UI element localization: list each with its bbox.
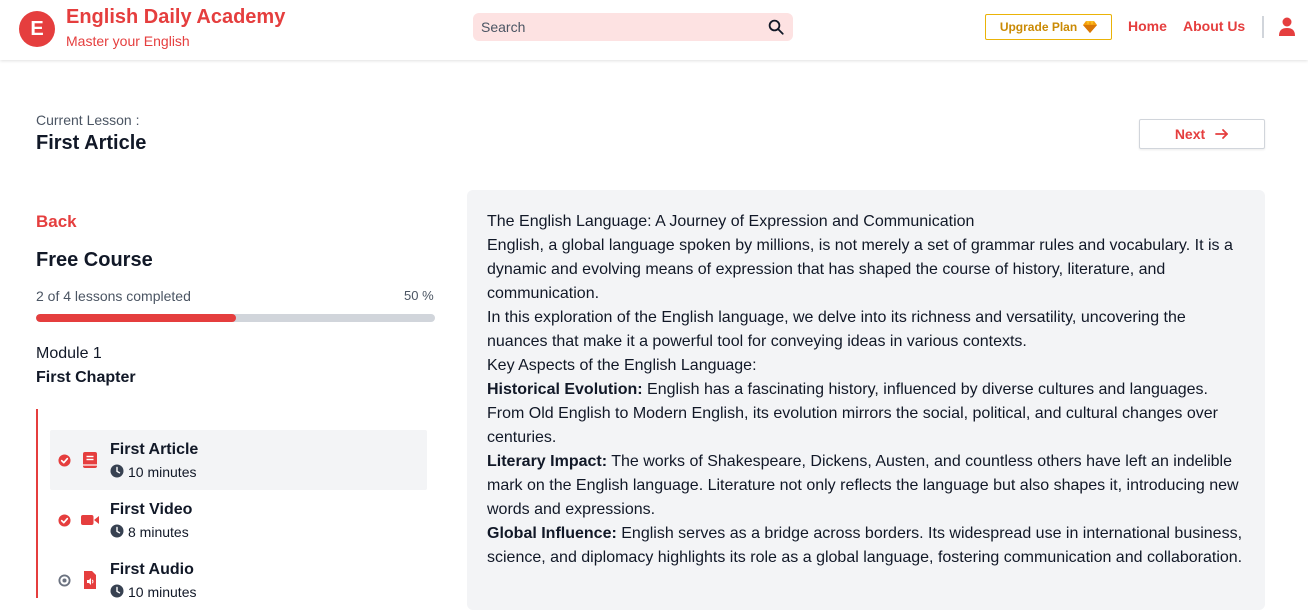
article-panel: The English Language: A Journey of Expre…: [467, 190, 1265, 610]
search-bar: [473, 13, 793, 41]
video-camera-icon: [81, 515, 99, 525]
aspect-label: Literary Impact:: [487, 453, 608, 470]
article-title: The English Language: A Journey of Expre…: [487, 213, 975, 230]
article-paragraph: In this exploration of the English langu…: [487, 309, 1186, 350]
lesson-item-first-audio[interactable]: First Audio 10 minutes: [50, 550, 427, 610]
logo-icon[interactable]: E: [19, 11, 55, 47]
arrow-right-icon: [1215, 129, 1229, 139]
nav-divider: [1262, 16, 1264, 38]
current-lesson-title: First Article: [36, 132, 147, 154]
check-circle-icon: [58, 514, 71, 527]
article-paragraph: English, a global language spoken by mil…: [487, 237, 1233, 302]
lesson-title: First Video: [110, 501, 193, 518]
nav-home-link[interactable]: Home: [1128, 18, 1167, 34]
check-circle-icon: [58, 454, 71, 467]
clock-icon: [110, 584, 124, 598]
lesson-duration: 8 minutes: [128, 524, 189, 540]
current-lesson-label: Current Lesson :: [36, 112, 140, 128]
progress-bar-fill: [36, 314, 236, 322]
upgrade-plan-button[interactable]: Upgrade Plan: [985, 14, 1112, 40]
next-button[interactable]: Next: [1139, 119, 1265, 149]
chapter-title: First Chapter: [36, 369, 136, 386]
lesson-rail: [36, 409, 38, 598]
brand-title[interactable]: English Daily Academy: [66, 6, 285, 29]
clock-icon: [110, 464, 124, 478]
upgrade-plan-label: Upgrade Plan: [999, 20, 1078, 34]
logo-letter: E: [30, 17, 44, 40]
clock-icon: [110, 524, 124, 538]
course-title: Free Course: [36, 249, 153, 271]
lesson-duration: 10 minutes: [128, 464, 197, 480]
brand-subtitle: Master your English: [66, 33, 190, 49]
diamond-icon: [1083, 21, 1098, 33]
back-link[interactable]: Back: [36, 212, 77, 232]
user-icon[interactable]: [1278, 17, 1296, 37]
progress-text: 2 of 4 lessons completed: [36, 288, 191, 304]
aspect-label: Historical Evolution:: [487, 381, 643, 398]
audio-file-icon: [84, 571, 96, 589]
progress-percent: 50 %: [404, 288, 434, 303]
module-label: Module 1: [36, 345, 102, 362]
search-icon[interactable]: [767, 18, 785, 36]
next-label: Next: [1174, 126, 1206, 142]
progress-bar: [36, 314, 435, 322]
book-icon: [83, 452, 97, 468]
lesson-title: First Audio: [110, 561, 194, 578]
aspect-label: Global Influence:: [487, 525, 617, 542]
nav-about-link[interactable]: About Us: [1183, 18, 1245, 34]
aspect-historical: Historical Evolution: English has a fasc…: [487, 378, 1245, 450]
top-header: E English Daily Academy Master your Engl…: [0, 0, 1308, 60]
circle-outline-icon: [58, 574, 71, 587]
search-input[interactable]: [473, 13, 758, 41]
aspect-global: Global Influence: English serves as a br…: [487, 522, 1245, 570]
lesson-item-first-video[interactable]: First Video 8 minutes: [50, 490, 427, 550]
lesson-title: First Article: [110, 441, 199, 458]
key-aspects-heading: Key Aspects of the English Language:: [487, 357, 757, 374]
lesson-item-first-article[interactable]: First Article 10 minutes: [50, 430, 427, 490]
aspect-literary: Literary Impact: The works of Shakespear…: [487, 450, 1245, 522]
